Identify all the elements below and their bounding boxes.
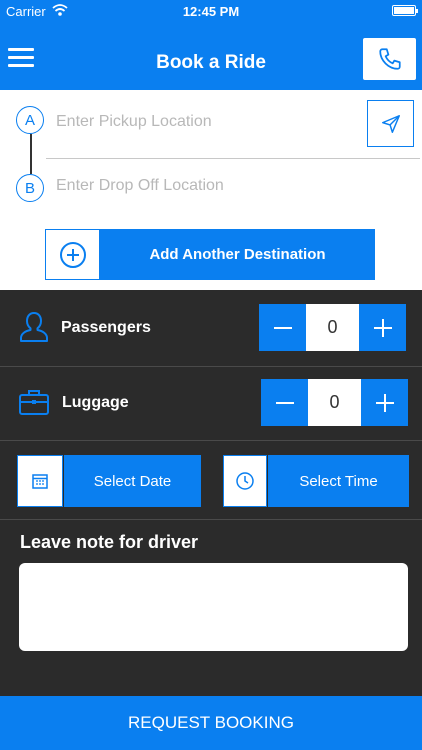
passengers-increment-button[interactable] (359, 304, 406, 351)
plus-icon (375, 393, 394, 412)
add-destination-button[interactable]: Add Another Destination (45, 229, 375, 280)
call-button[interactable] (363, 38, 416, 80)
plus-circle-icon (45, 229, 100, 280)
section-divider (0, 440, 422, 441)
route-connector (30, 134, 32, 174)
dropoff-marker: B (16, 174, 44, 202)
clock-time: 12:45 PM (182, 4, 240, 19)
briefcase-icon (19, 390, 49, 415)
luggage-label: Luggage (62, 394, 129, 411)
section-divider (0, 366, 422, 367)
luggage-count: 0 (308, 379, 361, 426)
select-date-label: Select Date (64, 455, 201, 507)
luggage-decrement-button[interactable] (261, 379, 308, 426)
driver-note-label: Leave note for driver (20, 532, 199, 552)
passengers-decrement-button[interactable] (259, 304, 306, 351)
person-icon (20, 312, 48, 342)
dropoff-location-input[interactable] (56, 174, 406, 198)
passengers-stepper: 0 (259, 304, 406, 351)
pickup-marker: A (16, 106, 44, 134)
status-bar: Carrier 12:45 PM (0, 0, 422, 22)
passengers-count: 0 (306, 304, 359, 351)
locate-arrow-icon (381, 114, 400, 133)
clock-icon (223, 455, 267, 507)
select-date-button[interactable]: Select Date (17, 455, 201, 507)
minus-icon (273, 326, 292, 329)
driver-note-input[interactable] (19, 563, 408, 651)
section-divider (0, 519, 422, 520)
select-time-button[interactable]: Select Time (223, 455, 409, 507)
nav-bar: Book a Ride (0, 22, 422, 90)
add-destination-label: Add Another Destination (149, 246, 326, 263)
luggage-stepper: 0 (261, 379, 408, 426)
minus-icon (275, 401, 294, 404)
location-divider (46, 158, 420, 159)
calendar-icon (17, 455, 63, 507)
luggage-increment-button[interactable] (361, 379, 408, 426)
plus-icon (373, 318, 392, 337)
current-location-button[interactable] (367, 100, 414, 147)
request-booking-button[interactable]: REQUEST BOOKING (0, 696, 422, 750)
page-title: Book a Ride (156, 52, 266, 73)
battery-icon (392, 5, 418, 16)
location-panel: A B Add Another Destination (0, 90, 422, 290)
phone-icon (378, 48, 401, 70)
pickup-location-input[interactable] (56, 110, 356, 134)
passengers-label: Passengers (61, 319, 151, 336)
select-time-label: Select Time (268, 455, 409, 507)
